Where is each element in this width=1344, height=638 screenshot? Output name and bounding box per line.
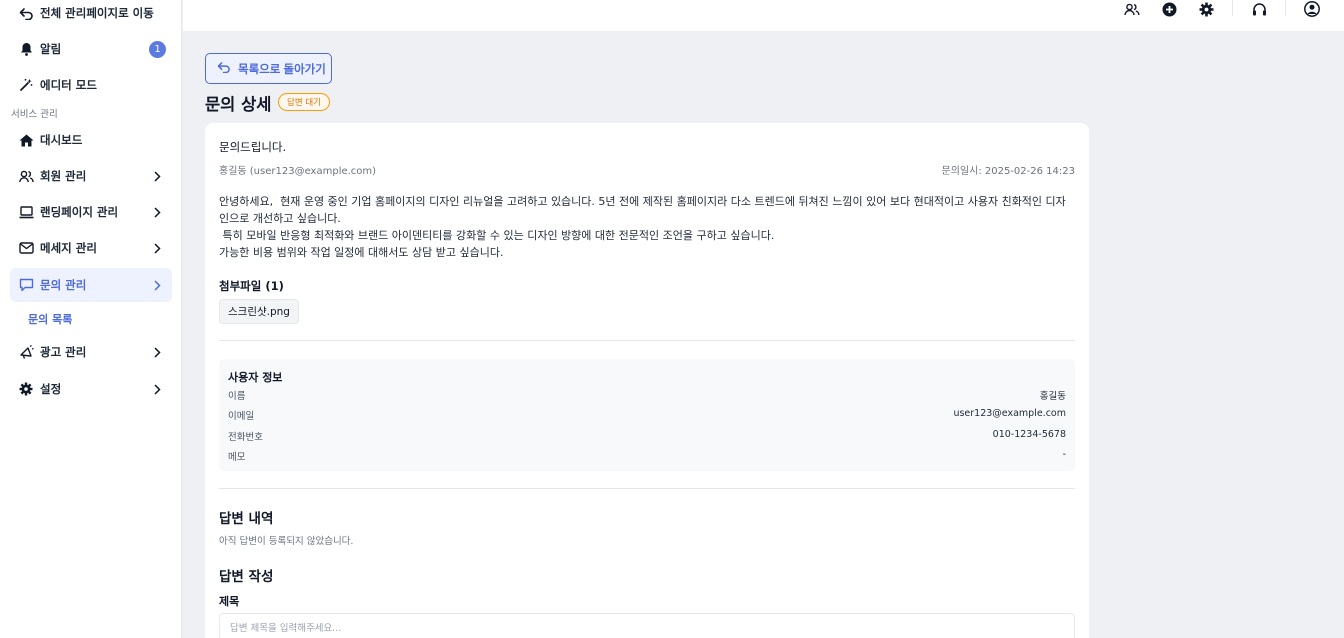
messages-label: 메세지 관리	[40, 241, 97, 255]
user-info-title: 사용자 정보	[228, 371, 283, 384]
landing-pages-label: 랜딩페이지 관리	[40, 205, 119, 219]
attachments-title: 첨부파일 (1)	[219, 279, 284, 293]
members-label: 회원 관리	[40, 169, 87, 183]
user-info-label: 메모	[228, 452, 246, 463]
user-info-row: 이메일 user123@example.com	[228, 408, 1066, 422]
user-info-panel: 사용자 정보 이름 홍길동 이메일 user123@example.com 전화…	[219, 359, 1075, 471]
user-info-label: 이메일	[228, 411, 255, 422]
chat-icon	[18, 277, 34, 293]
gear-icon[interactable]	[1196, 0, 1216, 18]
back-to-list-label: 목록으로 돌아가기	[238, 63, 326, 76]
user-info-label: 전화번호	[228, 432, 263, 443]
inquiry-body-line: 안녕하세요, 현재 운영 중인 기업 홈페이지의 디자인 리뉴얼을 고려하고 있…	[219, 195, 1066, 225]
magic-wand-icon	[18, 77, 34, 93]
chevron-right-icon	[150, 345, 164, 359]
user-info-row: 이름 홍길동	[228, 388, 1066, 402]
service-section-label: 서비스 관리	[11, 109, 58, 120]
editor-mode-label: 에디터 모드	[40, 78, 97, 92]
answer-subject-input[interactable]	[219, 613, 1075, 638]
undo-arrow-icon	[18, 5, 34, 21]
inquiry-author: 홍길동 (user123@example.com)	[219, 166, 377, 177]
page-title: 문의 상세	[205, 95, 272, 114]
ads-label: 광고 관리	[40, 345, 87, 359]
divider	[219, 488, 1075, 489]
sidebar-subitem-inquiry-list[interactable]: 문의 목록	[28, 311, 72, 327]
status-badge: 답변 대기	[278, 93, 330, 111]
answer-empty-message: 아직 답변이 등록되지 않았습니다.	[219, 536, 354, 547]
answer-history-title: 답변 내역	[219, 511, 274, 527]
notification-count-badge: 1	[149, 40, 166, 58]
user-info-row: 전화번호 010-1234-5678	[228, 429, 1066, 443]
back-to-list-button[interactable]: 목록으로 돌아가기	[205, 53, 332, 84]
bell-icon	[18, 41, 34, 57]
user-info-value: 010-1234-5678	[992, 429, 1066, 440]
attachment-file[interactable]: 스크린샷.png	[219, 299, 299, 324]
sidebar-item-inquiries[interactable]: 문의 관리	[10, 268, 172, 302]
sidebar-item-notifications[interactable]: 알림 1	[10, 32, 172, 66]
dashboard-label: 대시보드	[40, 133, 83, 147]
inquiry-body: 안녕하세요, 현재 운영 중인 기업 홈페이지의 디자인 리뉴얼을 고려하고 있…	[219, 193, 1075, 261]
topbar-divider	[1285, 0, 1286, 16]
home-icon	[18, 132, 34, 148]
inquiry-body-line: 가능한 비용 범위와 작업 일정에 대해서도 상담 받고 싶습니다.	[219, 246, 504, 259]
sidebar: 전체 관리페이지로 이동 알림 1 에디터 모드 서비스 관리 대시보드 회원 …	[0, 0, 182, 638]
back-to-admin-label: 전체 관리페이지로 이동	[40, 6, 154, 20]
back-to-admin-link[interactable]: 전체 관리페이지로 이동	[10, 0, 172, 30]
chevron-right-icon	[150, 278, 164, 292]
sidebar-item-members[interactable]: 회원 관리	[10, 159, 172, 193]
user-circle-icon[interactable]	[1302, 0, 1322, 18]
settings-label: 설정	[40, 382, 62, 396]
divider	[219, 340, 1075, 341]
megaphone-icon	[18, 344, 34, 360]
users-icon	[18, 168, 34, 184]
gear-icon	[18, 381, 34, 397]
chevron-right-icon	[150, 241, 164, 255]
laptop-icon	[18, 204, 34, 220]
undo-arrow-icon	[217, 61, 231, 76]
inquiry-title: 문의드립니다.	[219, 140, 287, 154]
inquiry-body-line: 특히 모바일 반응형 최적화와 브랜드 아이덴티티를 강화할 수 있는 디자인 …	[219, 229, 775, 242]
users-icon[interactable]	[1122, 0, 1142, 18]
sidebar-item-messages[interactable]: 메세지 관리	[10, 231, 172, 265]
sidebar-item-ads[interactable]: 광고 관리	[10, 335, 172, 369]
chevron-right-icon	[150, 169, 164, 183]
topbar-divider	[1232, 0, 1233, 16]
notifications-label: 알림	[40, 42, 62, 56]
chevron-right-icon	[150, 382, 164, 396]
top-bar	[183, 0, 1344, 31]
headset-icon[interactable]	[1249, 0, 1269, 18]
sidebar-item-settings[interactable]: 설정	[10, 372, 172, 406]
mail-icon	[18, 240, 34, 256]
answer-subject-label: 제목	[219, 595, 240, 608]
sidebar-item-editor-mode[interactable]: 에디터 모드	[10, 68, 172, 102]
user-info-value: -	[1062, 449, 1066, 460]
inquiry-date: 문의일시: 2025-02-26 14:23	[941, 166, 1075, 177]
user-info-label: 이름	[228, 391, 246, 402]
sidebar-item-landing-pages[interactable]: 랜딩페이지 관리	[10, 195, 172, 229]
inquiry-detail-card: 문의드립니다. 홍길동 (user123@example.com) 문의일시: …	[205, 123, 1089, 638]
user-info-row: 메모 -	[228, 449, 1066, 463]
sidebar-item-dashboard[interactable]: 대시보드	[10, 123, 172, 157]
plus-circle-icon[interactable]	[1159, 0, 1179, 18]
chevron-right-icon	[150, 205, 164, 219]
inquiries-label: 문의 관리	[40, 278, 87, 292]
user-info-value: user123@example.com	[953, 408, 1066, 419]
write-answer-title: 답변 작성	[219, 569, 274, 585]
user-info-value: 홍길동	[1039, 391, 1066, 402]
